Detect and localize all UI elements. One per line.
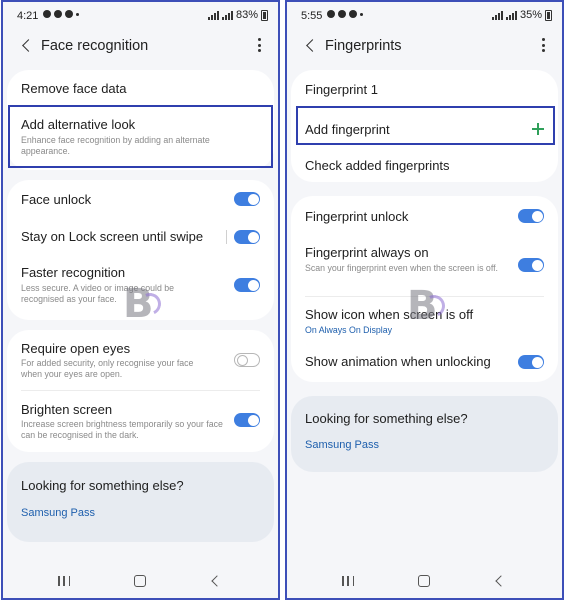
fingerprints-screen: 5:55 35% Fingerprints Fingerprint 1 Add … — [285, 0, 564, 600]
fingerprint-unlock-item[interactable]: Fingerprint unlock — [291, 196, 558, 234]
fingerprint-always-on-toggle[interactable] — [518, 258, 544, 272]
samsung-pass-link[interactable]: Samsung Pass — [305, 439, 379, 451]
notification-icon — [327, 10, 335, 18]
looking-for-something-title: Looking for something else? — [21, 478, 184, 493]
notification-icons — [43, 10, 79, 18]
show-animation-item[interactable]: Show animation when unlocking — [291, 342, 558, 380]
watermark-logo: B — [407, 284, 449, 328]
show-icon-status: On Always On Display — [305, 325, 393, 335]
navigation-bar — [287, 566, 562, 598]
notification-icon — [65, 10, 73, 18]
faster-recognition-label: Faster recognition — [21, 265, 126, 280]
app-bar: Fingerprints — [287, 30, 562, 62]
brighten-screen-label: Brighten screen — [21, 402, 113, 417]
fingerprint-unlock-label: Fingerprint unlock — [305, 209, 409, 224]
notification-icon — [349, 10, 357, 18]
page-title: Face recognition — [41, 38, 149, 54]
battery-percent: 35% — [519, 9, 542, 21]
show-animation-label: Show animation when unlocking — [305, 354, 491, 369]
notification-icon — [54, 10, 62, 18]
require-open-eyes-label: Require open eyes — [21, 341, 131, 356]
fingerprint-always-on-label: Fingerprint always on — [305, 245, 429, 260]
face-unlock-label: Face unlock — [21, 192, 92, 207]
check-fingerprints-item[interactable]: Check added fingerprints — [291, 146, 558, 182]
battery-icon — [261, 9, 268, 21]
looking-for-something-card: Looking for something else? Samsung Pass — [291, 396, 558, 472]
highlight-box — [296, 106, 555, 145]
more-options-icon[interactable] — [538, 38, 548, 54]
signal-icon — [221, 10, 233, 20]
eyes-settings-card: Require open eyes For added security, on… — [7, 330, 274, 452]
status-time: 4:21 — [17, 10, 39, 22]
brighten-screen-description: Increase screen brightness temporarily s… — [21, 419, 223, 440]
stay-on-lock-toggle[interactable] — [234, 230, 260, 244]
back-icon[interactable] — [19, 36, 39, 56]
highlight-box — [8, 105, 273, 168]
stay-on-lock-label: Stay on Lock screen until swipe — [21, 229, 204, 244]
fingerprint-always-on-description: Scan your fingerprint even when the scre… — [305, 263, 498, 273]
fingerprint-1-item[interactable]: Fingerprint 1 — [291, 70, 558, 106]
system-icons: 35% — [491, 9, 552, 21]
show-icon-label: Show icon when screen is off — [305, 307, 474, 322]
stay-on-lock-item[interactable]: Stay on Lock screen until swipe — [7, 218, 274, 254]
looking-for-something-card: Looking for something else? Samsung Pass — [7, 462, 274, 542]
more-options-icon[interactable] — [254, 38, 264, 54]
notification-icons — [327, 10, 363, 18]
home-icon[interactable] — [134, 575, 146, 587]
show-animation-toggle[interactable] — [518, 355, 544, 369]
divider — [226, 230, 227, 244]
back-icon[interactable] — [303, 36, 323, 56]
face-unlock-toggle[interactable] — [234, 192, 260, 206]
fingerprint-1-label: Fingerprint 1 — [305, 82, 378, 97]
signal-icon — [505, 10, 517, 20]
looking-for-something-title: Looking for something else? — [305, 411, 468, 426]
status-bar: 4:21 83% — [3, 2, 278, 30]
home-icon[interactable] — [418, 575, 430, 587]
remove-face-data-label: Remove face data — [21, 81, 127, 96]
recent-apps-icon[interactable] — [58, 576, 70, 586]
recent-apps-icon[interactable] — [342, 576, 354, 586]
nav-back-icon[interactable] — [211, 575, 223, 587]
fingerprint-unlock-toggle[interactable] — [518, 209, 544, 223]
status-bar: 5:55 35% — [287, 2, 562, 30]
require-open-eyes-description: For added security, only recognise your … — [21, 358, 194, 379]
require-open-eyes-item[interactable]: Require open eyes For added security, on… — [7, 330, 274, 390]
page-title: Fingerprints — [325, 38, 402, 54]
remove-face-data-item[interactable]: Remove face data — [7, 70, 274, 106]
status-time: 5:55 — [301, 10, 323, 22]
battery-icon — [545, 9, 552, 21]
samsung-pass-link[interactable]: Samsung Pass — [21, 507, 95, 519]
battery-percent: 83% — [235, 9, 258, 21]
app-bar: Face recognition — [3, 30, 278, 62]
navigation-bar — [3, 566, 278, 598]
more-notifications-icon — [76, 13, 79, 16]
more-notifications-icon — [360, 13, 363, 16]
require-open-eyes-toggle[interactable] — [234, 353, 260, 367]
notification-icon — [338, 10, 346, 18]
face-recognition-screen: 4:21 83% Face recognition Remove face da… — [1, 0, 280, 600]
brighten-screen-item[interactable]: Brighten screen Increase screen brightne… — [7, 391, 274, 451]
nav-back-icon[interactable] — [495, 575, 507, 587]
system-icons: 83% — [207, 9, 268, 21]
face-unlock-item[interactable]: Face unlock — [7, 180, 274, 218]
faster-recognition-toggle[interactable] — [234, 278, 260, 292]
signal-icon — [207, 10, 219, 20]
faster-recognition-description: Less secure. A video or image could be r… — [21, 283, 175, 304]
brighten-screen-toggle[interactable] — [234, 413, 260, 427]
check-fingerprints-label: Check added fingerprints — [305, 158, 450, 173]
signal-icon — [491, 10, 503, 20]
watermark-logo: B — [123, 282, 165, 326]
notification-icon — [43, 10, 51, 18]
